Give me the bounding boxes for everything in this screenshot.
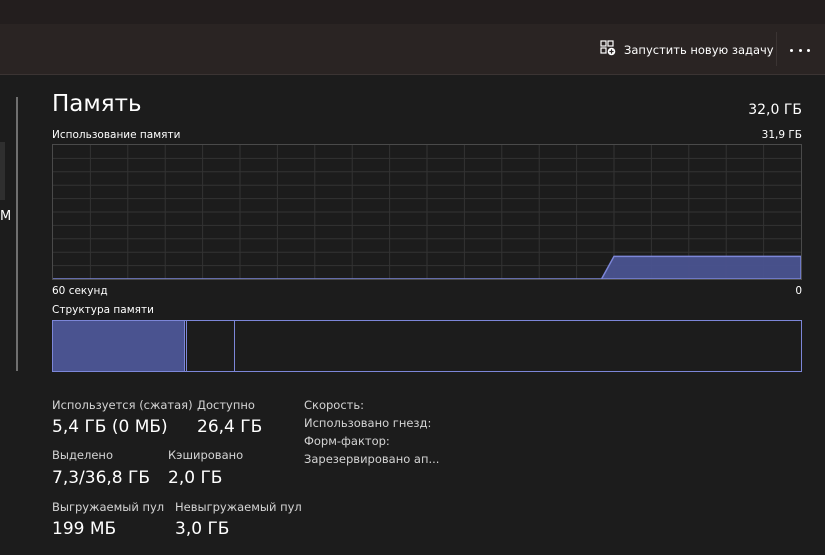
page-title: Память (52, 91, 142, 117)
run-new-task-button[interactable]: Запустить новую задачу (600, 40, 774, 60)
available-value: 26,4 ГБ (197, 417, 263, 437)
paged-pool-value: 199 МБ (52, 519, 117, 539)
toolbar: Запустить новую задачу (0, 24, 825, 75)
memory-structure-bar (52, 320, 802, 372)
slots-used-label: Использовано гнезд: (304, 416, 432, 430)
run-new-task-label: Запустить новую задачу (624, 43, 774, 57)
total-memory: 32,0 ГБ (748, 102, 802, 118)
in-use-value: 5,4 ГБ (0 МБ) (52, 417, 168, 437)
available-label: Доступно (197, 398, 255, 412)
graph-time-end: 0 (795, 285, 802, 297)
sidebar-partial-label: М (0, 209, 12, 224)
cached-value: 2,0 ГБ (168, 468, 223, 488)
cached-label: Кэшировано (168, 448, 244, 462)
memory-usage-graph (52, 144, 802, 280)
structure-standby[interactable] (187, 321, 235, 371)
toolbar-divider (776, 32, 777, 66)
structure-label: Структура памяти (52, 304, 154, 316)
usage-graph-max: 31,9 ГБ (761, 129, 802, 141)
paged-pool-label: Выгружаемый пул (52, 500, 165, 514)
graph-time-span: 60 секунд (52, 285, 108, 297)
nonpaged-pool-label: Невыгружаемый пул (175, 500, 302, 514)
new-task-icon (600, 40, 616, 60)
sidebar-divider (16, 97, 18, 371)
speed-label: Скорость: (304, 398, 365, 412)
hardware-reserved-label: Зарезервировано ап... (304, 452, 440, 466)
form-factor-label: Форм-фактор: (304, 434, 390, 448)
memory-usage-chart (53, 145, 801, 279)
usage-graph-label: Использование памяти (52, 129, 181, 141)
committed-label: Выделено (52, 448, 113, 462)
more-options-icon[interactable] (790, 41, 810, 59)
window-title-bar (0, 0, 825, 24)
in-use-label: Используется (сжатая) (52, 398, 193, 412)
committed-value: 7,3/36,8 ГБ (52, 468, 151, 488)
sidebar-selected-item[interactable] (0, 142, 5, 200)
nonpaged-pool-value: 3,0 ГБ (175, 519, 230, 539)
structure-in-use[interactable] (53, 321, 185, 371)
